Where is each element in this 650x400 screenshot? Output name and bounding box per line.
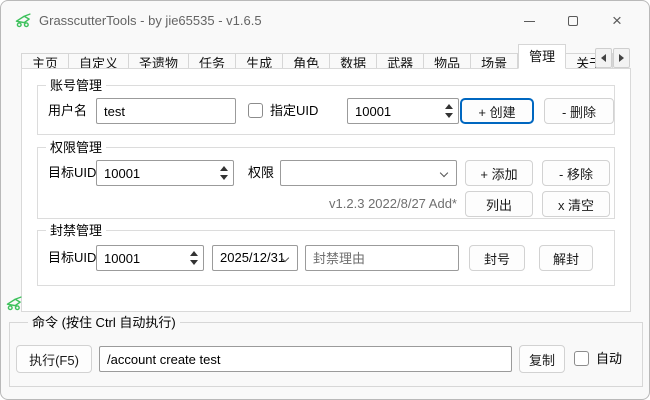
ban-target-uid-spinner[interactable] (96, 245, 204, 271)
username-input[interactable] (96, 98, 236, 124)
ban-date-picker[interactable]: 2025/12/31 (212, 245, 298, 271)
grasscutter-logo-icon (15, 12, 32, 29)
list-permission-button[interactable]: 列出 (465, 191, 533, 217)
perm-target-uid-input[interactable] (97, 161, 233, 185)
specify-uid-checkbox[interactable] (248, 103, 263, 118)
spinner-arrows[interactable] (216, 161, 231, 185)
perm-label: 权限 (248, 165, 274, 181)
command-group: 命令 (按住 Ctrl 自动执行) 执行(F5) 复制 自动 (9, 322, 643, 387)
spinner-arrows[interactable] (186, 246, 201, 270)
permission-group-title: 权限管理 (46, 140, 106, 155)
perm-target-uid-spinner[interactable] (96, 160, 234, 186)
account-group-title: 账号管理 (46, 78, 106, 93)
ban-group-title: 封禁管理 (46, 223, 106, 238)
command-group-title: 命令 (按住 Ctrl 自动执行) (28, 315, 180, 330)
app-window: GrasscutterTools - by jie65535 - v1.6.5 … (0, 0, 650, 400)
delete-account-button[interactable]: - 删除 (544, 98, 614, 124)
command-input[interactable] (99, 346, 512, 372)
create-account-button[interactable]: + 创建 (460, 98, 534, 124)
spinner-down-icon[interactable] (445, 113, 453, 118)
add-permission-button[interactable]: + 添加 (465, 160, 533, 186)
username-label: 用户名 (48, 103, 87, 119)
tab-scroll-right-icon (619, 54, 624, 62)
tab-scroll-left-icon (601, 54, 606, 62)
auto-run-label: 自动 (596, 351, 622, 367)
tab-management[interactable]: 管理 (518, 44, 566, 69)
spinner-up-icon[interactable] (220, 166, 228, 171)
clear-permission-button[interactable]: x 清空 (542, 191, 610, 217)
minimize-button[interactable] (507, 2, 551, 40)
account-group: 账号管理 用户名 指定UID + 创建 - 删除 (37, 85, 615, 135)
version-note: v1.2.3 2022/8/27 Add* (280, 196, 457, 211)
maximize-button[interactable] (551, 2, 595, 40)
spinner-down-icon[interactable] (220, 175, 228, 180)
tab-scroll-left-button[interactable] (595, 48, 612, 68)
ban-reason-input[interactable] (305, 245, 459, 271)
run-command-button[interactable]: 执行(F5) (16, 345, 92, 373)
copy-command-button[interactable]: 复制 (519, 345, 565, 373)
close-icon: × (612, 11, 622, 31)
unban-button[interactable]: 解封 (539, 245, 593, 271)
grasscutter-logo-icon (6, 295, 23, 312)
tab-scroll-right-button[interactable] (613, 48, 630, 68)
account-uid-spinner[interactable] (347, 98, 459, 124)
spinner-up-icon[interactable] (445, 104, 453, 109)
ban-button[interactable]: 封号 (469, 245, 525, 271)
title-bar[interactable]: GrasscutterTools - by jie65535 - v1.6.5 … (1, 1, 649, 41)
ban-group: 封禁管理 目标UID 2025/12/31 封号 解封 (37, 230, 615, 286)
window-title: GrasscutterTools - by jie65535 - v1.6.5 (39, 1, 262, 41)
ban-date-value: 2025/12/31 (220, 250, 285, 265)
permission-group: 权限管理 目标UID 权限 + 添加 - 移除 v1.2.3 2022/8/27… (37, 147, 615, 219)
minimize-icon (524, 21, 535, 22)
permission-combobox[interactable] (280, 160, 457, 186)
auto-run-checkbox[interactable] (574, 351, 589, 366)
maximize-icon (568, 16, 578, 26)
remove-permission-button[interactable]: - 移除 (542, 160, 610, 186)
spinner-arrows[interactable] (441, 99, 456, 123)
tab-strip: 主页自定义圣遗物任务生成角色数据武器物品场景管理关于 (21, 48, 613, 69)
spinner-down-icon[interactable] (190, 260, 198, 265)
close-button[interactable]: × (595, 2, 639, 40)
specify-uid-label: 指定UID (270, 103, 318, 119)
chevron-down-icon (440, 169, 448, 177)
spinner-up-icon[interactable] (190, 251, 198, 256)
perm-target-uid-label: 目标UID (48, 165, 96, 181)
ban-target-uid-label: 目标UID (48, 250, 96, 266)
